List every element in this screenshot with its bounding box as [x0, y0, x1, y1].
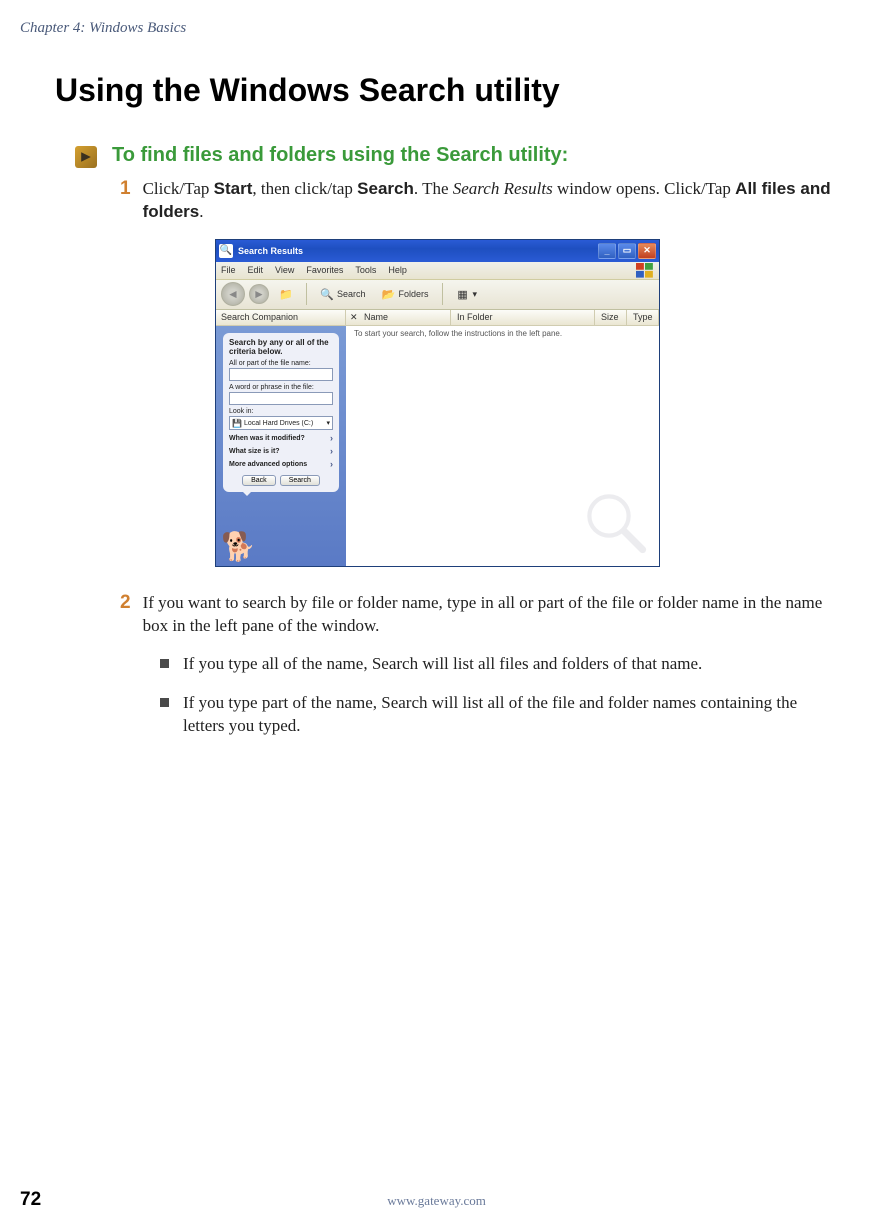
window-title: Search Results — [238, 246, 303, 256]
search-icon: 🔍 — [320, 287, 334, 301]
phrase-label: A word or phrase in the file: — [229, 384, 333, 391]
ui-term: Start — [214, 179, 253, 198]
label: Folders — [399, 289, 429, 299]
bullet-item: If you type part of the name, Search wil… — [160, 692, 832, 738]
search-balloon: Search by any or all of the criteria bel… — [223, 333, 339, 493]
minimize-button[interactable]: _ — [598, 243, 616, 259]
procedure-title: To find files and folders using the Sear… — [112, 144, 568, 167]
folder-up-icon: 📁 — [279, 287, 293, 301]
back-balloon-button[interactable]: Back — [242, 475, 276, 486]
step-number: 1 — [120, 178, 131, 224]
phrase-input[interactable] — [229, 392, 333, 405]
chapter-header: Chapter 4: Windows Basics — [20, 20, 832, 37]
search-companion-pane: Search by any or all of the criteria bel… — [216, 326, 346, 566]
menu-file[interactable]: File — [221, 265, 236, 275]
step-text: If you want to search by file or folder … — [143, 592, 832, 638]
step-2: 2 If you want to search by file or folde… — [120, 592, 832, 638]
windows-logo-icon — [636, 263, 654, 277]
folders-button[interactable]: 📂Folders — [376, 283, 435, 305]
up-button[interactable]: 📁 — [273, 283, 299, 305]
titlebar: 🔍 Search Results _ ▭ ✕ — [216, 240, 659, 262]
results-pane: To start your search, follow the instruc… — [346, 326, 659, 566]
col-size[interactable]: Size — [595, 310, 627, 325]
ui-term: Search — [357, 179, 414, 198]
toolbar: ◄ ► 📁 🔍Search 📂Folders ▦▾ — [216, 280, 659, 310]
advanced-row[interactable]: More advanced options › — [229, 459, 333, 469]
magnifier-watermark-icon — [581, 488, 651, 558]
results-hint: To start your search, follow the instruc… — [354, 329, 562, 338]
views-icon: ▦ — [456, 287, 470, 301]
label: More advanced options — [229, 461, 307, 468]
size-row[interactable]: What size is it? › — [229, 446, 333, 456]
label: Search — [337, 289, 366, 299]
menu-edit[interactable]: Edit — [248, 265, 264, 275]
label: When was it modified? — [229, 435, 305, 442]
balloon-title: Search by any or all of the criteria bel… — [229, 339, 333, 357]
drive-icon: 💾 — [232, 419, 242, 428]
search-balloon-button[interactable]: Search — [280, 475, 320, 486]
filename-input[interactable] — [229, 368, 333, 381]
dog-icon: 🐕 — [221, 533, 256, 561]
bullet-square-icon — [160, 659, 169, 668]
text: Click/Tap — [143, 179, 214, 198]
chevron-icon: › — [330, 446, 333, 456]
page-title: Using the Windows Search utility — [55, 72, 832, 109]
window-icon: 🔍 — [219, 244, 233, 258]
step-text: Click/Tap Start, then click/tap Search. … — [143, 178, 832, 224]
text: . The — [414, 179, 453, 198]
footer: 72 www.gateway.com — [20, 1189, 832, 1211]
views-button[interactable]: ▦▾ — [450, 283, 484, 305]
column-headers: Search Companion ✕ Name In Folder Size Ty… — [216, 310, 659, 326]
back-button[interactable]: ◄ — [221, 282, 245, 306]
col-folder[interactable]: In Folder — [451, 310, 595, 325]
footer-url: www.gateway.com — [41, 1193, 832, 1209]
select-value: Local Hard Drives (C:) — [244, 420, 327, 427]
filename-label: All or part of the file name: — [229, 360, 333, 367]
screenshot: 🔍 Search Results _ ▭ ✕ File Edit View Fa… — [215, 239, 832, 567]
step-1: 1 Click/Tap Start, then click/tap Search… — [120, 178, 832, 224]
menu-tools[interactable]: Tools — [355, 265, 376, 275]
separator — [442, 283, 443, 305]
close-button[interactable]: ✕ — [638, 243, 656, 259]
close-pane-icon[interactable]: ✕ — [350, 312, 358, 323]
label: What size is it? — [229, 448, 280, 455]
menu-help[interactable]: Help — [388, 265, 407, 275]
text: , then click/tap — [252, 179, 357, 198]
text: . — [199, 202, 203, 221]
chevron-icon: › — [330, 433, 333, 443]
lookin-select[interactable]: 💾Local Hard Drives (C:)▾ — [229, 416, 333, 430]
maximize-button[interactable]: ▭ — [618, 243, 636, 259]
bullet-item: If you type all of the name, Search will… — [160, 653, 832, 676]
companion-header: Search Companion — [216, 310, 346, 325]
menu-view[interactable]: View — [275, 265, 294, 275]
col-type[interactable]: Type — [627, 310, 659, 325]
bullet-text: If you type part of the name, Search wil… — [183, 692, 832, 738]
search-dog[interactable]: 🐕 — [221, 516, 271, 561]
separator — [306, 283, 307, 305]
procedure-arrow-icon — [75, 146, 97, 168]
bullet-text: If you type all of the name, Search will… — [183, 653, 702, 676]
chevron-icon: › — [330, 459, 333, 469]
bullet-square-icon — [160, 698, 169, 707]
step-number: 2 — [120, 592, 131, 638]
modified-row[interactable]: When was it modified? › — [229, 433, 333, 443]
lookin-label: Look in: — [229, 408, 333, 415]
chevron-down-icon: ▾ — [326, 419, 330, 427]
search-button[interactable]: 🔍Search — [314, 283, 372, 305]
folders-icon: 📂 — [382, 287, 396, 301]
menu-favorites[interactable]: Favorites — [306, 265, 343, 275]
page-number: 72 — [20, 1189, 41, 1211]
text: window opens. Click/Tap — [553, 179, 735, 198]
menubar: File Edit View Favorites Tools Help — [216, 262, 659, 280]
col-name[interactable]: Name — [364, 312, 388, 322]
window-name: Search Results — [453, 179, 553, 198]
forward-button[interactable]: ► — [249, 284, 269, 304]
search-results-window: 🔍 Search Results _ ▭ ✕ File Edit View Fa… — [215, 239, 660, 567]
